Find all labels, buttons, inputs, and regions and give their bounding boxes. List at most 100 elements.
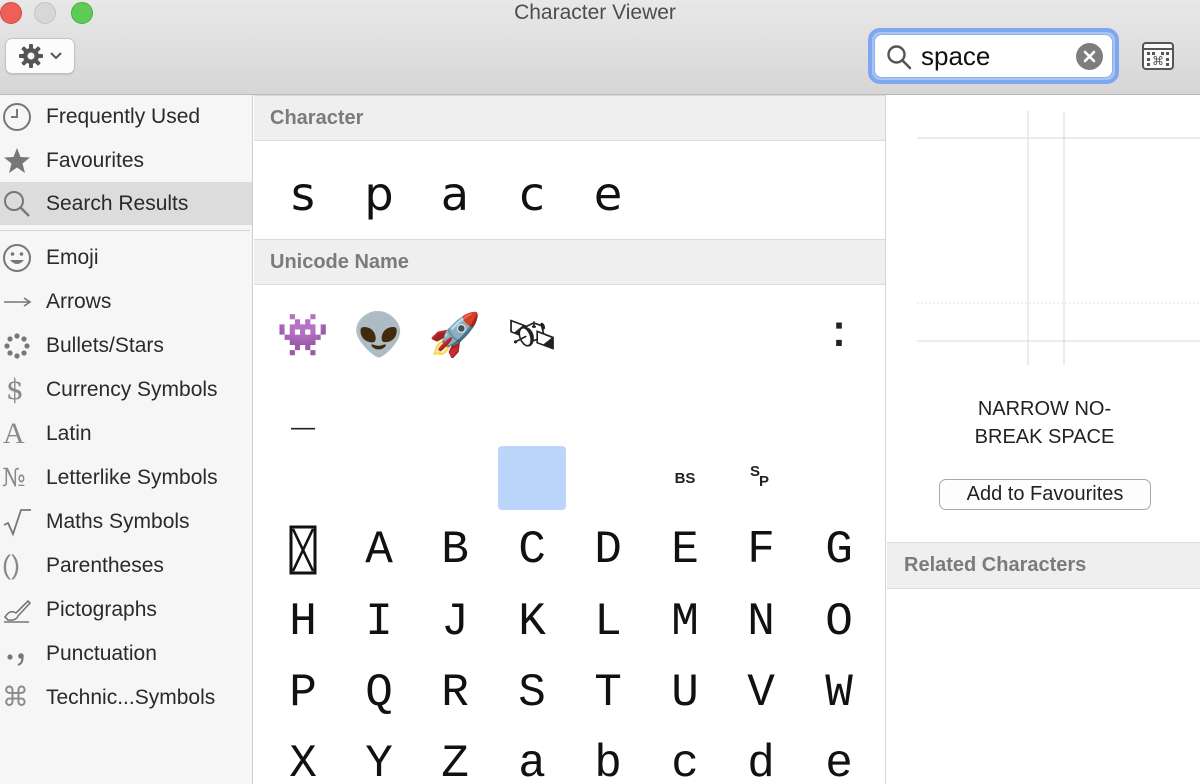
character-cell[interactable]: s bbox=[268, 162, 338, 226]
sidebar-item-bullets-stars[interactable]: Bullets/Stars bbox=[0, 324, 252, 367]
sidebar-item-latin[interactable]: A Latin bbox=[0, 412, 252, 455]
letter-cell[interactable]: N bbox=[726, 590, 796, 654]
letter-cell[interactable]: B bbox=[420, 518, 490, 582]
clear-search-button[interactable] bbox=[1076, 43, 1103, 70]
sidebar-separator bbox=[0, 230, 250, 231]
action-menu-button[interactable] bbox=[5, 38, 75, 74]
keyboard-viewer-icon: ⌘ bbox=[1142, 42, 1174, 70]
letter-cell[interactable]: L bbox=[573, 590, 643, 654]
sidebar-item-favourites[interactable]: Favourites bbox=[0, 139, 252, 182]
sidebar-item-label: Arrows bbox=[46, 289, 112, 313]
letter-cell[interactable]: M bbox=[650, 590, 720, 654]
rocket-emoji-cell[interactable]: 🚀 bbox=[420, 303, 490, 367]
letter-cell[interactable]: e bbox=[804, 732, 874, 784]
character-name: NARROW NO- BREAK SPACE bbox=[927, 395, 1162, 451]
sidebar-item-currency-symbols[interactable]: $ Currency Symbols bbox=[0, 368, 252, 411]
sidebar-item-punctuation[interactable]: Punctuation bbox=[0, 632, 252, 675]
letter-cell[interactable]: C bbox=[497, 518, 567, 582]
letter-cell[interactable]: X bbox=[268, 732, 338, 784]
letter-cell[interactable]: H bbox=[268, 590, 338, 654]
letter-cell[interactable]: b bbox=[573, 732, 643, 784]
letter-cell[interactable]: J bbox=[420, 590, 490, 654]
search-input[interactable] bbox=[921, 41, 1071, 71]
sidebar-item-frequently-used[interactable]: Frequently Used bbox=[0, 95, 252, 138]
backspace-symbol-cell[interactable]: BS bbox=[650, 446, 720, 510]
letter-cell[interactable]: V bbox=[726, 661, 796, 725]
arrow-icon bbox=[0, 287, 46, 317]
sidebar-item-letterlike-symbols[interactable]: № Letterlike Symbols bbox=[0, 456, 252, 499]
sidebar-item-search-results[interactable]: Search Results bbox=[0, 182, 252, 225]
space-symbol-cell[interactable]: S P bbox=[726, 446, 796, 510]
letter-cell[interactable]: W bbox=[804, 661, 874, 725]
sidebar-item-label: Favourites bbox=[46, 148, 145, 172]
punctuation-icon bbox=[0, 639, 46, 669]
star-icon bbox=[0, 146, 46, 176]
letter-cell[interactable]: D bbox=[573, 518, 643, 582]
letter-cell[interactable]: O bbox=[804, 590, 874, 654]
character-cell[interactable]: a bbox=[420, 162, 490, 226]
asterisk-icon bbox=[0, 331, 46, 361]
letter-cell[interactable]: K bbox=[497, 590, 567, 654]
character-cell[interactable]: e bbox=[573, 162, 643, 226]
satellite-emoji-cell[interactable]: 🛰 bbox=[497, 303, 567, 367]
glyph-preview-guides bbox=[917, 111, 1200, 365]
smiley-icon bbox=[0, 243, 46, 273]
keyboard-viewer-button[interactable]: ⌘ bbox=[1142, 42, 1174, 70]
writing-hand-icon bbox=[0, 595, 46, 625]
character-cell[interactable]: c bbox=[497, 162, 567, 226]
sidebar-item-label: Frequently Used bbox=[46, 104, 201, 128]
alien-monster-emoji-cell[interactable]: 👾 bbox=[268, 303, 338, 367]
replacement-box-cell[interactable] bbox=[268, 518, 338, 582]
sidebar-item-label: Maths Symbols bbox=[46, 509, 190, 533]
space-symbol-label: S P bbox=[750, 463, 770, 490]
character-grid-panel: Character s p a c e Unicode Name 👾 👽 🚀 🛰… bbox=[254, 95, 886, 784]
parentheses-icon: () bbox=[2, 550, 20, 580]
command-icon: ⌘ bbox=[2, 682, 29, 713]
character-section-header: Character bbox=[254, 95, 885, 141]
letter-cell[interactable]: d bbox=[726, 732, 796, 784]
letter-cell[interactable]: I bbox=[344, 590, 414, 654]
character-name-line: NARROW NO- bbox=[977, 398, 1112, 420]
dollar-icon: $ bbox=[6, 372, 24, 406]
sidebar-item-maths-symbols[interactable]: Maths Symbols bbox=[0, 500, 252, 543]
character-cell[interactable]: p bbox=[344, 162, 414, 226]
underscore-cell[interactable]: _ bbox=[268, 375, 338, 439]
search-field-focus-ring bbox=[868, 28, 1119, 84]
letter-cell[interactable]: S bbox=[497, 661, 567, 725]
letter-cell[interactable]: Q bbox=[344, 661, 414, 725]
search-field[interactable] bbox=[874, 34, 1113, 78]
search-icon bbox=[887, 45, 912, 70]
sidebar-item-label: Punctuation bbox=[46, 641, 157, 665]
letter-cell[interactable]: c bbox=[650, 732, 720, 784]
clear-icon bbox=[1083, 50, 1096, 63]
related-characters-header: Related Characters bbox=[887, 542, 1200, 589]
selected-character-cell[interactable] bbox=[498, 446, 566, 510]
alien-emoji-cell[interactable]: 👽 bbox=[344, 303, 414, 367]
numero-icon: № bbox=[2, 463, 26, 492]
sidebar-item-technical-symbols[interactable]: ⌘ Technic...Symbols bbox=[0, 676, 252, 719]
character-detail-panel: NARROW NO- BREAK SPACE Add to Favourites… bbox=[887, 95, 1200, 784]
letter-cell[interactable]: T bbox=[573, 661, 643, 725]
letter-cell[interactable]: G bbox=[804, 518, 874, 582]
sidebar-item-parentheses[interactable]: () Parentheses bbox=[0, 544, 252, 587]
sidebar-item-arrows[interactable]: Arrows bbox=[0, 280, 252, 323]
sidebar-item-pictographs[interactable]: Pictographs bbox=[0, 588, 252, 631]
sidebar-item-label: Currency Symbols bbox=[46, 377, 218, 401]
letter-cell[interactable]: A bbox=[344, 518, 414, 582]
letter-cell[interactable]: P bbox=[268, 661, 338, 725]
two-dot-punctuation-cell[interactable]: ⁚ bbox=[804, 303, 874, 367]
latin-a-icon: A bbox=[3, 416, 25, 450]
add-to-favourites-button[interactable]: Add to Favourites bbox=[939, 479, 1151, 510]
letter-cell[interactable]: F bbox=[726, 518, 796, 582]
character-name-line: BREAK SPACE bbox=[974, 426, 1115, 448]
letter-cell[interactable]: Y bbox=[344, 732, 414, 784]
sidebar-item-emoji[interactable]: Emoji bbox=[0, 236, 252, 279]
chevron-down-icon bbox=[50, 52, 62, 60]
square-root-icon bbox=[0, 507, 46, 537]
letter-cell[interactable]: Z bbox=[420, 732, 490, 784]
gear-icon bbox=[19, 44, 43, 68]
letter-cell[interactable]: R bbox=[420, 661, 490, 725]
letter-cell[interactable]: U bbox=[650, 661, 720, 725]
letter-cell[interactable]: E bbox=[650, 518, 720, 582]
letter-cell[interactable]: a bbox=[497, 732, 567, 784]
